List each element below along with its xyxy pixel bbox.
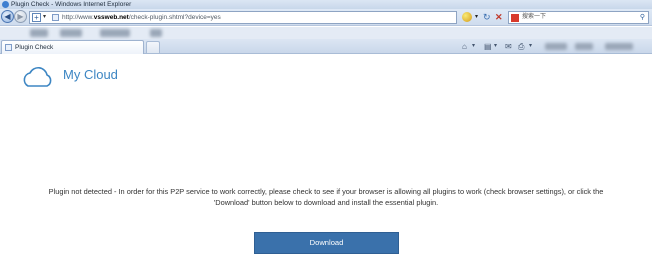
download-button[interactable]: Download xyxy=(254,232,399,254)
address-dropdown-icon[interactable]: ▾ xyxy=(43,12,46,23)
back-button[interactable]: ◀ xyxy=(1,10,14,23)
window-title-bar: Plugin Check - Windows Internet Explorer xyxy=(0,0,652,9)
page-content: My Cloud Plugin not detected - In order … xyxy=(0,55,652,270)
add-icon[interactable]: + xyxy=(32,13,41,22)
url-path: /check-plugin.shtml?device=yes xyxy=(128,14,221,21)
url-text[interactable]: http://www.vssweb.net/check-plugin.shtml… xyxy=(62,12,221,23)
url-prefix: http://www. xyxy=(62,14,94,21)
refresh-icon[interactable]: ↻ xyxy=(483,11,491,23)
window-title: Plugin Check - Windows Internet Explorer xyxy=(11,1,132,8)
compatibility-dropdown-icon[interactable]: ▾ xyxy=(475,12,478,22)
message-line-2: 'Download' button below to download and … xyxy=(213,198,439,207)
search-icon[interactable]: ⚲ xyxy=(640,12,645,23)
page-icon xyxy=(5,44,12,51)
new-tab-button[interactable] xyxy=(146,41,160,53)
home-dropdown-icon[interactable]: ▾ xyxy=(472,41,475,52)
url-domain: vssweb.net xyxy=(93,14,129,21)
forward-icon: ▶ xyxy=(17,12,24,21)
search-box[interactable]: 搜索一下 ⚲ xyxy=(508,11,649,24)
home-icon[interactable]: ⌂ xyxy=(462,41,467,52)
mail-icon[interactable]: ✉ xyxy=(505,41,512,52)
plugin-message: Plugin not detected - In order for this … xyxy=(0,186,652,208)
cloud-icon xyxy=(23,67,52,87)
tab-label: Plugin Check xyxy=(15,44,54,51)
forward-button[interactable]: ▶ xyxy=(14,10,27,23)
brand-name: My Cloud xyxy=(63,67,118,82)
compatibility-icon[interactable] xyxy=(462,12,472,22)
print-icon[interactable]: ⎙ xyxy=(518,41,524,52)
back-icon: ◀ xyxy=(4,12,11,21)
tab-plugin-check[interactable]: Plugin Check xyxy=(1,40,144,54)
search-text[interactable]: 搜索一下 xyxy=(522,12,546,23)
blurred-toolbar xyxy=(0,27,652,39)
ie-icon xyxy=(2,1,9,8)
print-dropdown-icon[interactable]: ▾ xyxy=(529,41,532,52)
stop-icon[interactable]: ✕ xyxy=(495,11,503,23)
search-engine-icon[interactable] xyxy=(511,14,519,22)
feeds-dropdown-icon[interactable]: ▾ xyxy=(494,41,497,52)
tab-bar: Plugin Check ⌂ ▾ ▤ ▾ ✉ ⎙ ▾ xyxy=(0,39,652,54)
page-icon xyxy=(52,14,59,21)
address-bar[interactable]: + ▾ http://www.vssweb.net/check-plugin.s… xyxy=(29,11,457,24)
feeds-icon[interactable]: ▤ xyxy=(484,41,492,52)
address-toolbar: ◀ ▶ + ▾ http://www.vssweb.net/check-plug… xyxy=(0,9,652,26)
message-line-1: Plugin not detected - In order for this … xyxy=(48,187,604,196)
